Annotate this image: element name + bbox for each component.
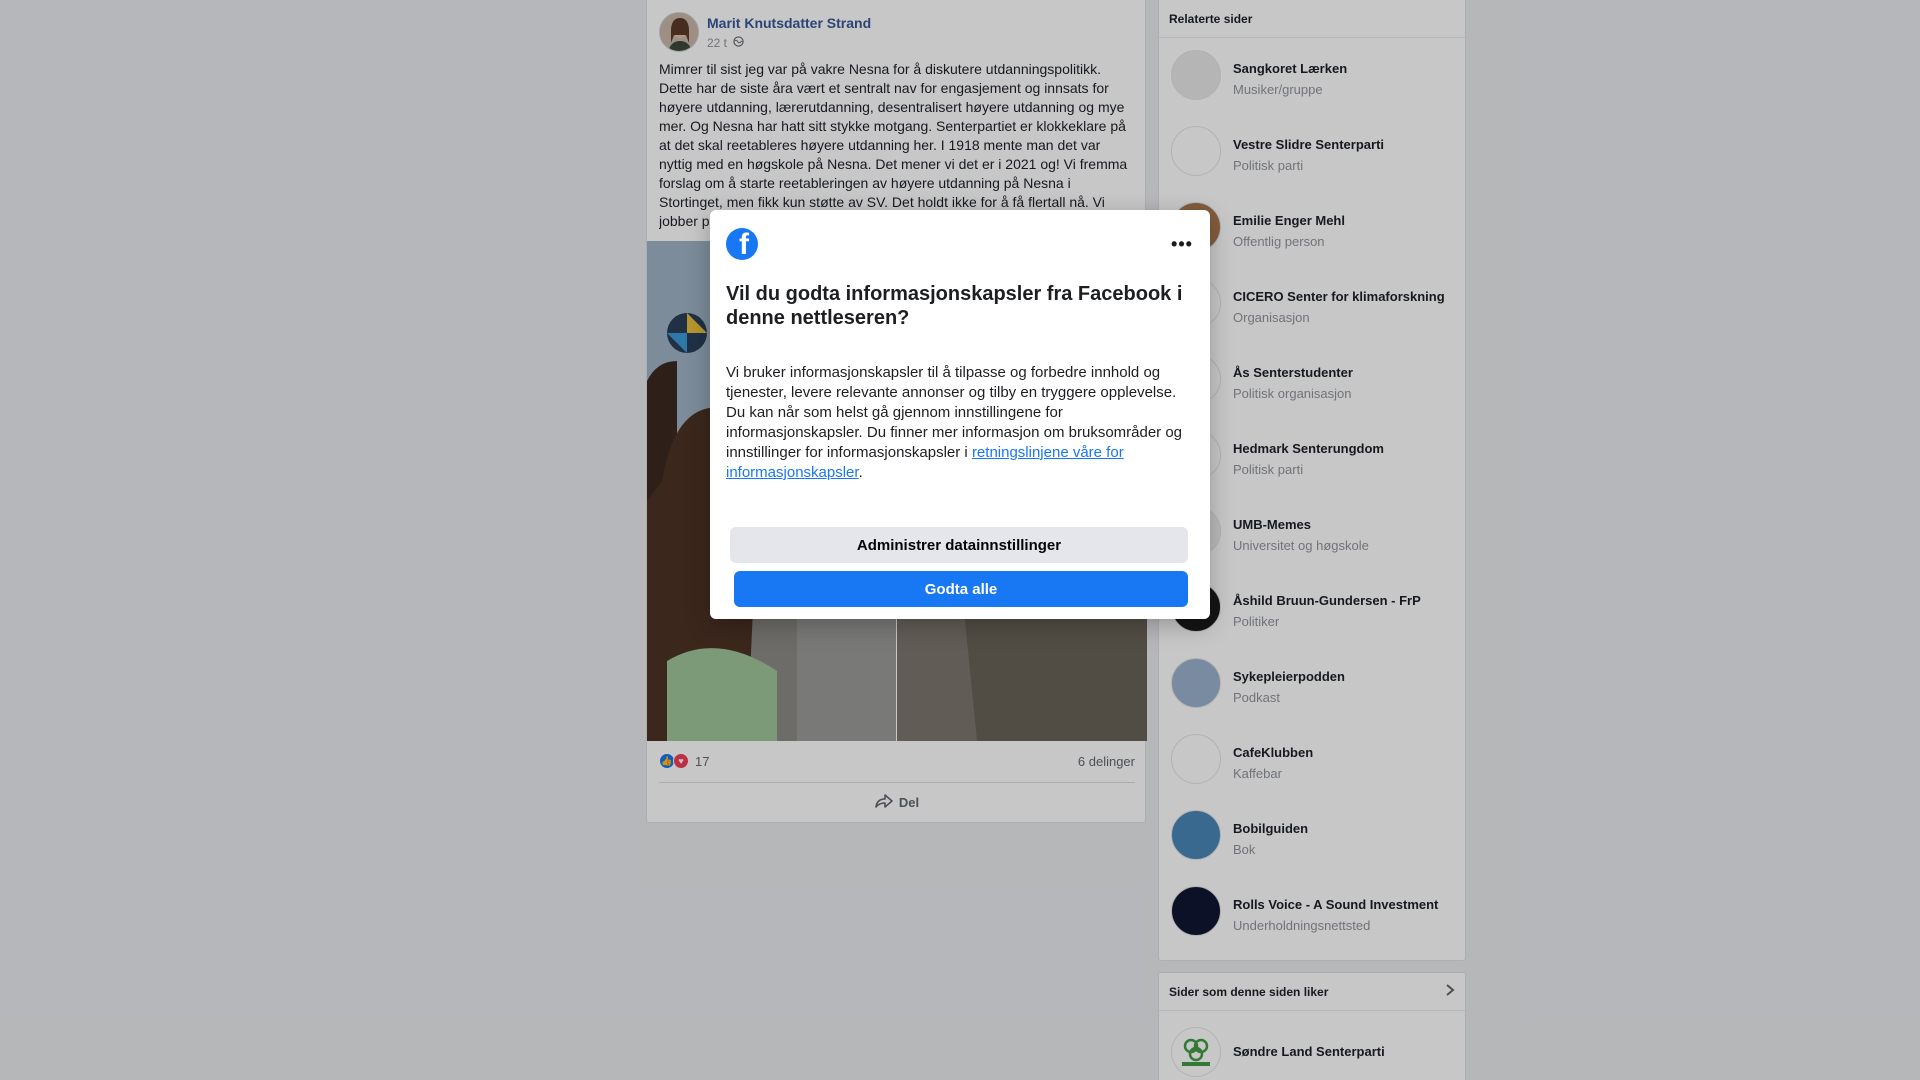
- dialog-title: Vil du godta informasjonskapsler fra Fac…: [726, 283, 1183, 329]
- accept-all-button[interactable]: Godta alle: [734, 571, 1188, 607]
- cookie-consent-dialog: f ••• Vil du godta informasjonskapsler f…: [710, 210, 1210, 619]
- dialog-body: Vi bruker informasjonskapsler til å tilp…: [726, 363, 1194, 483]
- dialog-body-end: .: [858, 464, 863, 481]
- facebook-logo-icon: f: [726, 228, 758, 260]
- manage-data-settings-button[interactable]: Administrer datainnstillinger: [730, 527, 1188, 563]
- more-options-button[interactable]: •••: [1170, 232, 1194, 256]
